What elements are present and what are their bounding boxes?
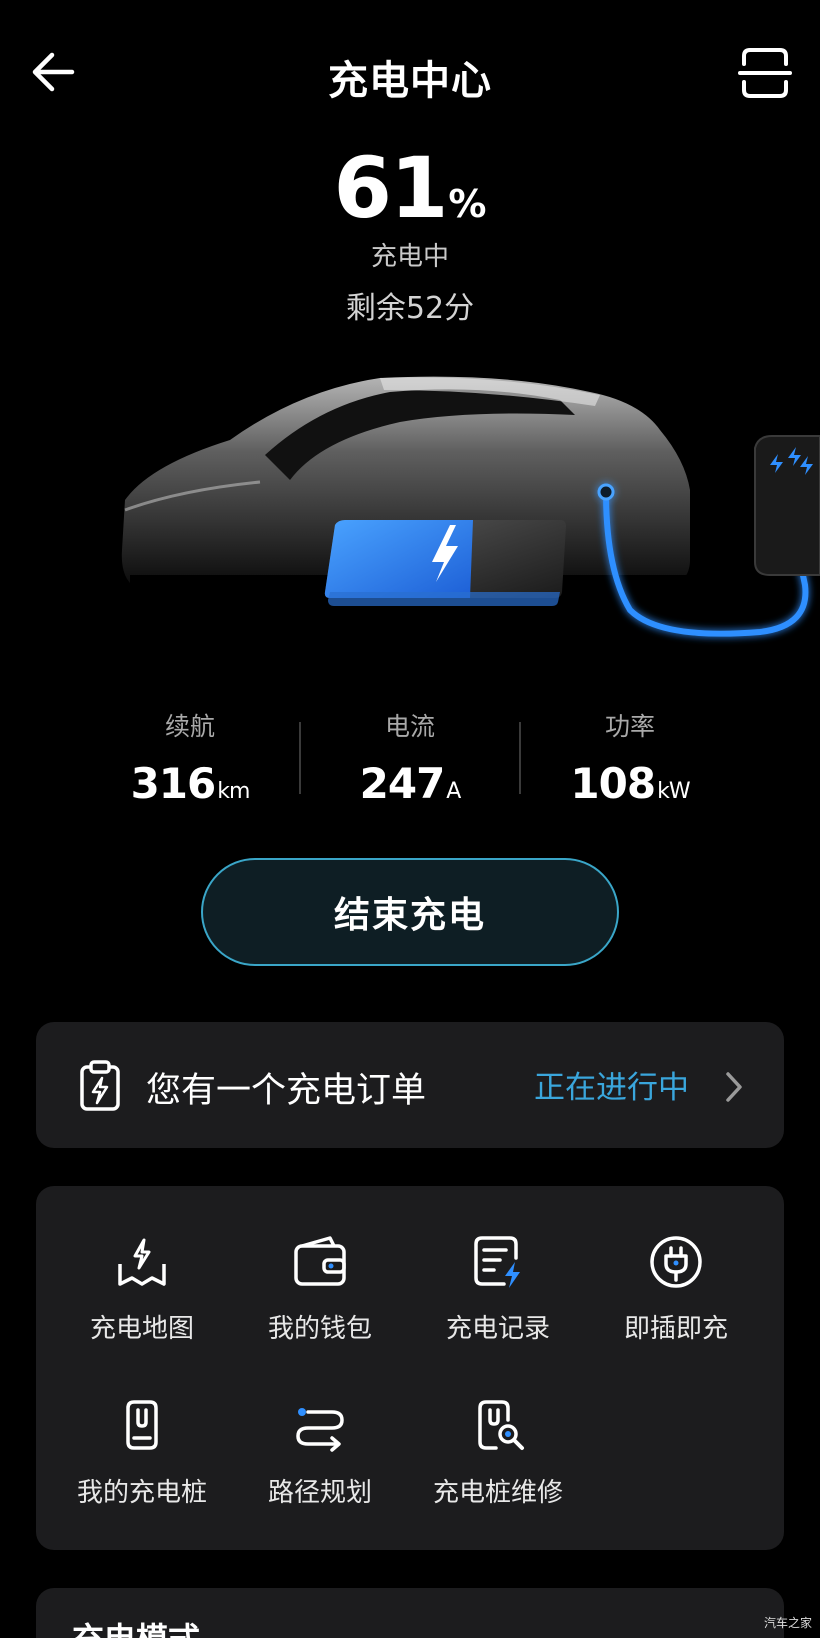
stat-current: 电流 247A bbox=[300, 708, 520, 816]
grid-item-label: 充电地图 bbox=[89, 1314, 194, 1344]
charging-mode-title: 充电模式 bbox=[72, 1614, 200, 1638]
battery-graphic bbox=[324, 520, 566, 606]
grid-item-label: 我的钱包 bbox=[267, 1314, 372, 1344]
order-text: 您有一个充电订单 bbox=[146, 1071, 427, 1111]
stat-value: 316 bbox=[130, 759, 217, 808]
charge-record-icon bbox=[474, 1236, 520, 1288]
charging-stats: 续航 316km 电流 247A 功率 108kW bbox=[0, 708, 820, 818]
soc-unit: % bbox=[448, 182, 487, 226]
stat-unit: A bbox=[446, 779, 461, 804]
remaining-time: 剩余52分 bbox=[345, 291, 475, 326]
grid-item-label: 充电记录 bbox=[445, 1314, 550, 1344]
charge-map-icon bbox=[118, 1238, 166, 1286]
charging-status: 充电中 bbox=[370, 242, 449, 272]
repair-icon bbox=[478, 1400, 524, 1450]
stat-power: 功率 108kW bbox=[520, 708, 740, 816]
stat-label: 功率 bbox=[604, 712, 655, 741]
order-status: 正在进行中 bbox=[534, 1070, 689, 1106]
page-title: 充电中心 bbox=[328, 58, 492, 104]
grid-item-label: 路径规划 bbox=[267, 1478, 372, 1508]
grid-item-label: 即插即充 bbox=[623, 1314, 728, 1344]
clipboard-bolt-icon bbox=[80, 1060, 120, 1111]
chevron-right-icon bbox=[726, 1072, 742, 1102]
grid-item-my-charger[interactable]: 我的充电桩 bbox=[52, 1398, 232, 1528]
grid-item-wallet[interactable]: 我的钱包 bbox=[230, 1234, 410, 1364]
end-charging-button[interactable]: 结束充电 bbox=[201, 858, 619, 966]
stat-label: 电流 bbox=[384, 712, 435, 741]
grid-item-plug-and-charge[interactable]: 即插即充 bbox=[586, 1234, 766, 1364]
grid-item-route-planning[interactable]: 路径规划 bbox=[230, 1398, 410, 1528]
watermark: 汽车之家 bbox=[763, 1616, 812, 1630]
grid-item-charge-record[interactable]: 充电记录 bbox=[408, 1234, 588, 1364]
route-icon bbox=[296, 1408, 344, 1452]
stat-unit: km bbox=[217, 779, 250, 804]
charger-pile bbox=[754, 435, 820, 576]
grid-item-label: 充电桩维修 bbox=[432, 1478, 563, 1508]
charging-mode-card[interactable]: 充电模式 bbox=[36, 1588, 784, 1638]
function-grid: 充电地图 我的钱包 充电记录 即插即充 我的充电桩 路径规划 充电桩维修 bbox=[36, 1186, 784, 1550]
header: 充电中心 bbox=[0, 0, 820, 140]
charger-pile-icon bbox=[126, 1400, 158, 1450]
wallet-icon bbox=[294, 1236, 346, 1286]
plug-icon bbox=[650, 1236, 702, 1288]
grid-item-charger-repair[interactable]: 充电桩维修 bbox=[408, 1398, 588, 1528]
stat-value: 247 bbox=[359, 759, 446, 808]
grid-item-label: 我的充电桩 bbox=[76, 1478, 207, 1508]
scan-icon[interactable] bbox=[738, 46, 792, 100]
grid-item-charge-map[interactable]: 充电地图 bbox=[52, 1234, 232, 1364]
car-charging-illustration bbox=[121, 376, 820, 637]
soc-value: 61 bbox=[333, 139, 449, 237]
stat-label: 续航 bbox=[164, 712, 215, 741]
stat-unit: kW bbox=[657, 779, 690, 804]
battery-percentage: 61% bbox=[0, 140, 820, 236]
order-card[interactable]: 您有一个充电订单 正在进行中 bbox=[36, 1022, 784, 1148]
stat-value: 108 bbox=[570, 759, 656, 808]
stat-range: 续航 316km bbox=[80, 708, 300, 816]
